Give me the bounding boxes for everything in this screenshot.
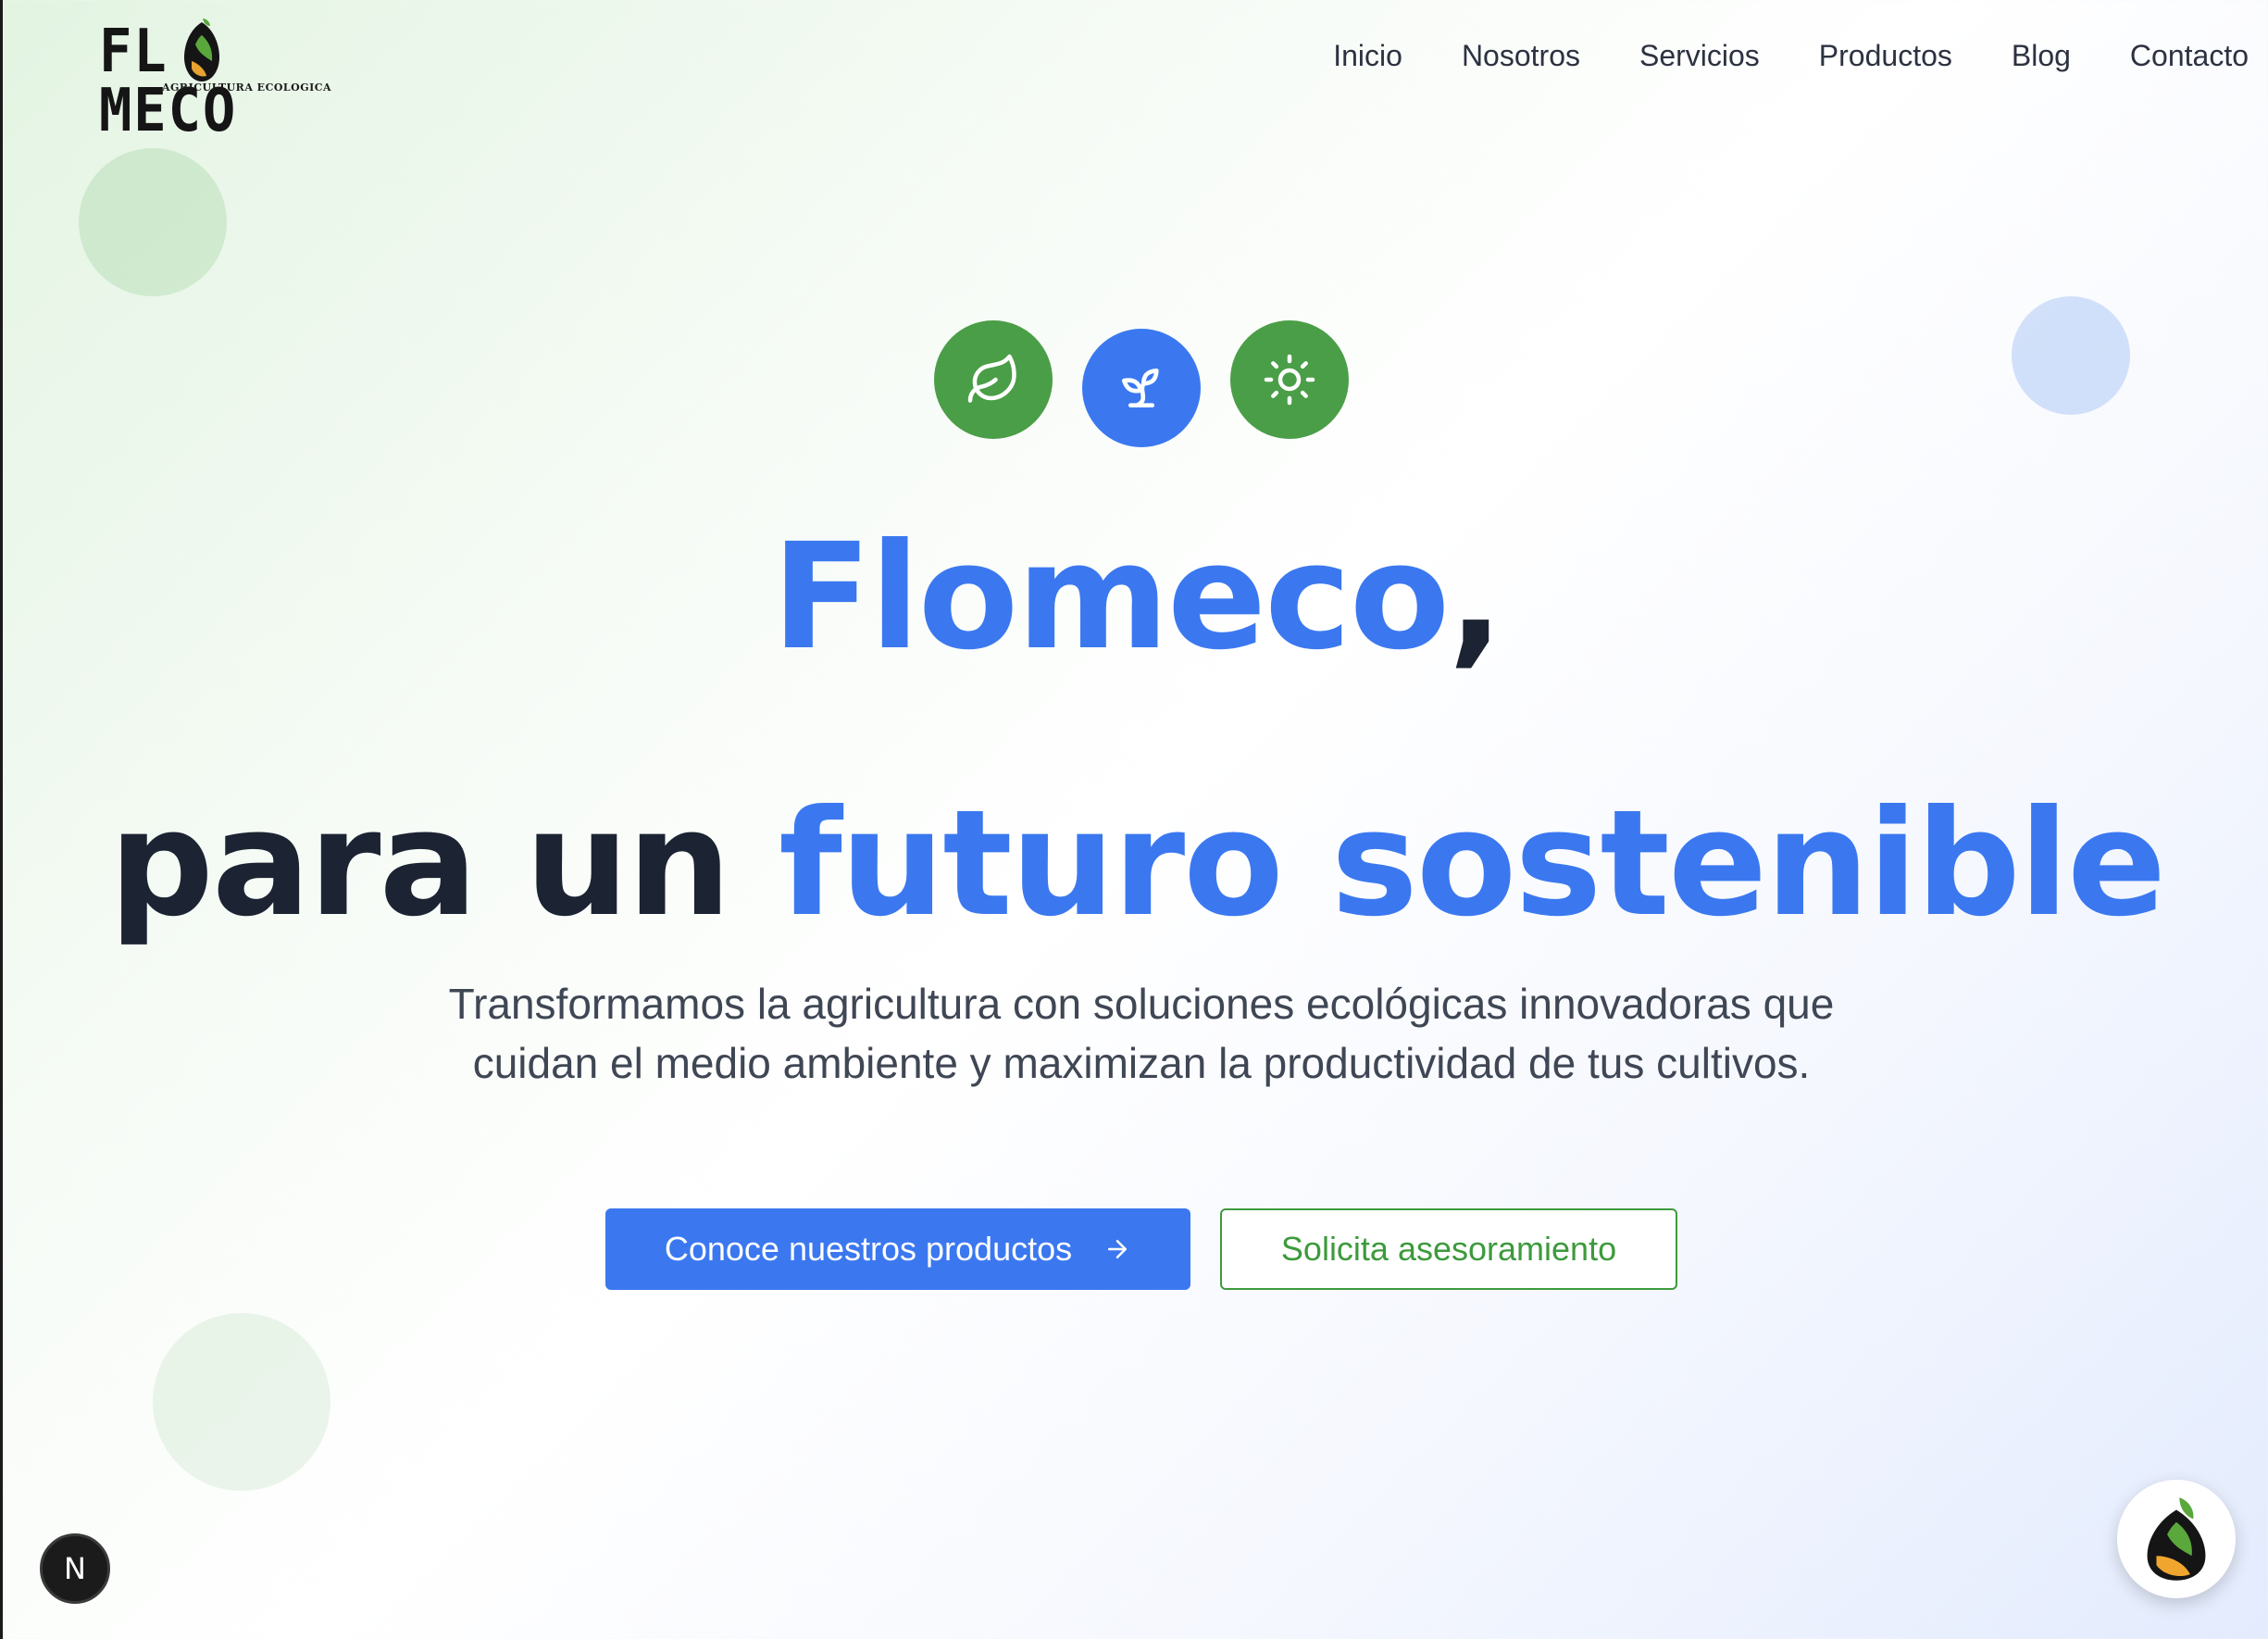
logo-tagline: AGRICULTURA ECOLOGICA bbox=[162, 81, 332, 94]
decorative-circle-green bbox=[79, 148, 227, 296]
nav-link-servicios[interactable]: Servicios bbox=[1639, 39, 1760, 73]
nav-link-blog[interactable]: Blog bbox=[2012, 39, 2071, 73]
hero-title-line-2: para un futuro sostenible bbox=[3, 785, 2268, 943]
sun-icon bbox=[1230, 320, 1349, 439]
view-products-label: Conoce nuestros productos bbox=[664, 1230, 1073, 1268]
nav-link-nosotros[interactable]: Nosotros bbox=[1462, 39, 1580, 73]
nav-link-inicio[interactable]: Inicio bbox=[1333, 39, 1402, 73]
dev-tools-badge[interactable]: N bbox=[40, 1533, 110, 1604]
chat-assistant-button[interactable] bbox=[2117, 1480, 2236, 1598]
request-advice-button[interactable]: Solicita asesoramiento bbox=[1220, 1208, 1677, 1290]
brand-logo[interactable]: FLMECO AGRICULTURA ECOLOGICA bbox=[99, 15, 332, 141]
hero-title-comma: , bbox=[1448, 512, 1503, 682]
main-nav: Inicio Nosotros Servicios Productos Blog… bbox=[1274, 39, 2249, 73]
leaf-icon bbox=[934, 320, 1053, 439]
request-advice-label: Solicita asesoramiento bbox=[1280, 1230, 1617, 1268]
hero-title-brand: Flomeco bbox=[771, 512, 1451, 682]
sprout-icon bbox=[1082, 329, 1201, 447]
site-header: FLMECO AGRICULTURA ECOLOGICA Inicio Noso… bbox=[3, 0, 2268, 141]
nav-link-contacto[interactable]: Contacto bbox=[2130, 39, 2249, 73]
hero-subtitle: Transformamos la agricultura con solucio… bbox=[448, 980, 1835, 1087]
arrow-right-icon bbox=[1103, 1235, 1131, 1263]
decorative-circle-blue bbox=[2012, 296, 2130, 415]
nav-link-productos[interactable]: Productos bbox=[1819, 39, 1952, 73]
decorative-circle-green-large bbox=[153, 1313, 330, 1491]
hero-title-highlight: futuro sostenible bbox=[779, 779, 2166, 949]
hero-title-line-1: Flomeco, bbox=[3, 519, 2268, 676]
dev-badge-letter: N bbox=[64, 1551, 86, 1586]
view-products-button[interactable]: Conoce nuestros productos bbox=[605, 1208, 1190, 1290]
hero-title-prefix: para un bbox=[108, 779, 779, 949]
flomeco-mascot-icon bbox=[2147, 1497, 2206, 1581]
logo-leaf-drop-icon bbox=[184, 19, 219, 81]
